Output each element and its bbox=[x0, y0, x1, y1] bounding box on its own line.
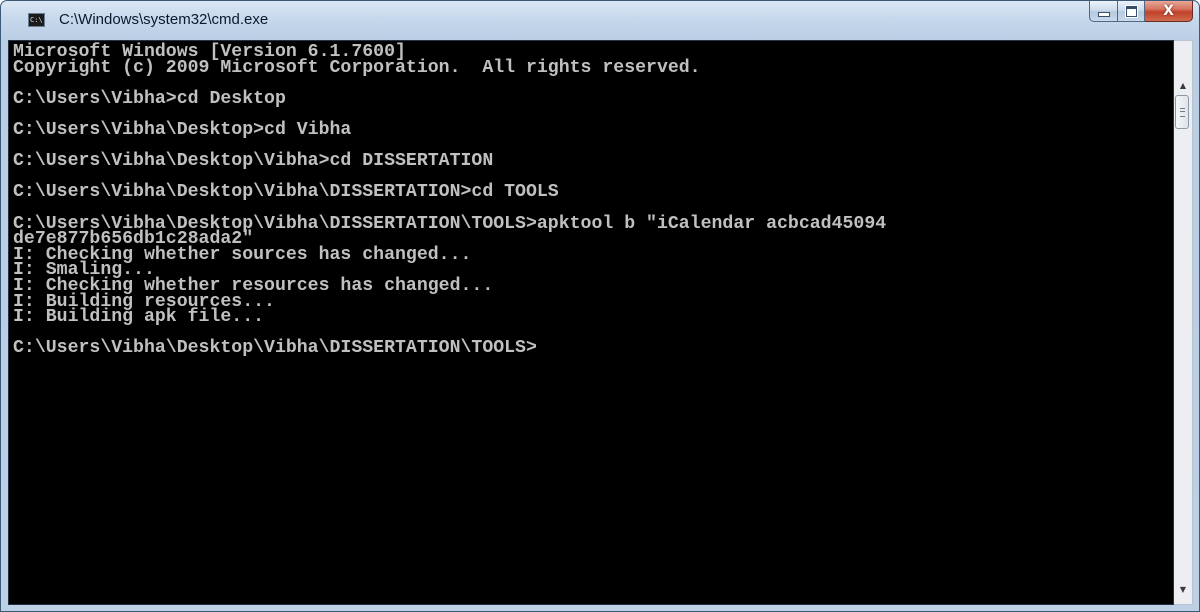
scroll-down-arrow-icon[interactable]: ▼ bbox=[1174, 580, 1192, 598]
scroll-up-arrow-icon[interactable]: ▲ bbox=[1174, 76, 1192, 94]
cmd-icon[interactable]: C:\ bbox=[28, 13, 45, 27]
vertical-scrollbar[interactable]: ▲ ▼ bbox=[1174, 40, 1193, 605]
cmd-window: C:\ C:\Windows\system32\cmd.exe X Micros… bbox=[0, 0, 1200, 612]
scroll-thumb[interactable] bbox=[1175, 95, 1189, 129]
minimize-icon bbox=[1097, 12, 1110, 17]
console-output[interactable]: Microsoft Windows [Version 6.1.7600] Cop… bbox=[8, 40, 1174, 605]
maximize-button[interactable] bbox=[1118, 1, 1145, 22]
console-line: C:\Users\Vibha\Desktop\Vibha\DISSERTATIO… bbox=[13, 182, 559, 203]
close-button[interactable]: X bbox=[1145, 1, 1193, 22]
console-line: I: Building apk file... bbox=[13, 307, 265, 328]
console-line: C:\Users\Vibha\Desktop\Vibha\DISSERTATIO… bbox=[13, 338, 537, 359]
scroll-grip-icon bbox=[1180, 108, 1185, 117]
window-title: C:\Windows\system32\cmd.exe bbox=[59, 11, 269, 28]
console-line: Copyright (c) 2009 Microsoft Corporation… bbox=[13, 57, 701, 78]
caption-buttons: X bbox=[1089, 1, 1193, 23]
maximize-icon bbox=[1124, 4, 1138, 18]
minimize-button[interactable] bbox=[1089, 1, 1118, 22]
title-bar[interactable]: C:\ C:\Windows\system32\cmd.exe X bbox=[1, 1, 1199, 41]
console-line: C:\Users\Vibha\Desktop>cd Vibha bbox=[13, 119, 352, 140]
console-line: C:\Users\Vibha\Desktop\Vibha>cd DISSERTA… bbox=[13, 151, 494, 172]
console-text: Microsoft Windows [Version 6.1.7600] Cop… bbox=[9, 41, 1173, 357]
console-line: C:\Users\Vibha>cd Desktop bbox=[13, 88, 286, 109]
close-icon: X bbox=[1163, 3, 1174, 19]
